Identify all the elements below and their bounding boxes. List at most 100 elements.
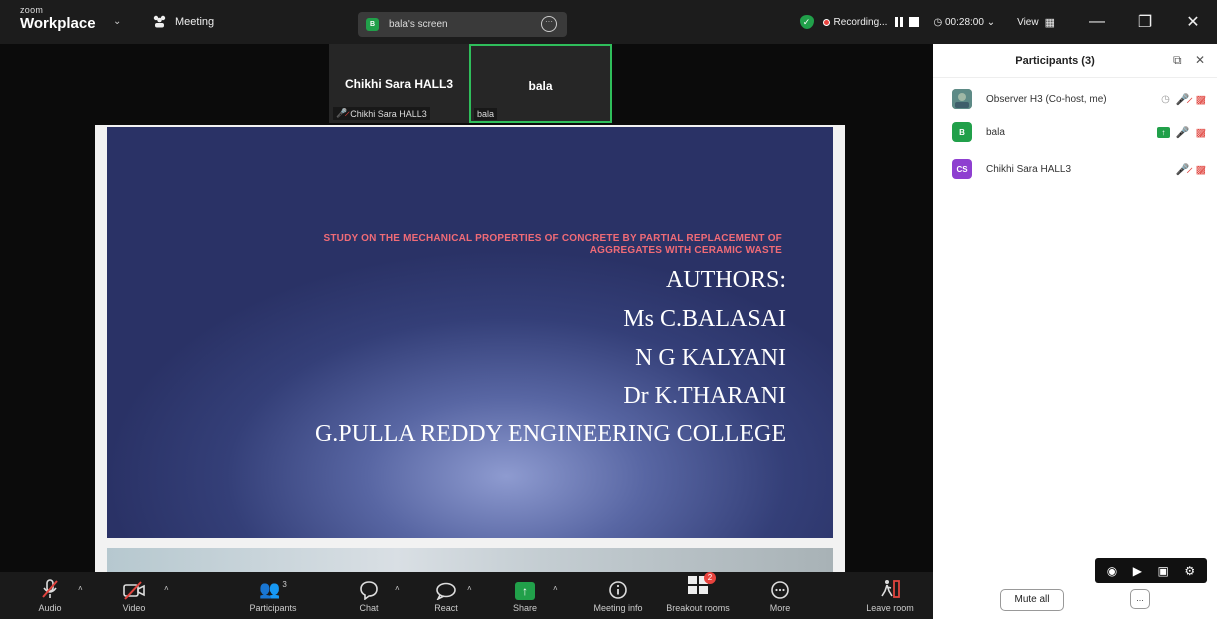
chat-button[interactable]: Chat [356,572,382,619]
slide-heading-line: STUDY ON THE MECHANICAL PROPERTIES OF CO… [323,233,782,244]
react-bubble-icon [436,582,456,600]
titlebar-right-controls: ✓ Recording... ◷ 00:28:00 ⌄ View ▦ — ❐ ✕ [799,0,1217,44]
participants-panel-title: Participants (3) [1015,55,1095,67]
mic-icon[interactable]: 🎤 [1176,126,1190,139]
share-label: Share [512,603,538,613]
screen-share-icon: ↑ [1156,126,1170,138]
thumbnail-tag-label: bala [477,109,495,119]
video-label: Video [122,603,146,613]
avatar: B [952,122,972,142]
video-off-icon[interactable]: ▩̷ [1196,93,1206,106]
video-thumbnail-active-speaker[interactable]: bala bala [469,44,612,123]
participant-name: Chikhi Sara HALL3 [986,163,1072,175]
next-slide-preview [107,548,833,572]
video-options-caret-icon[interactable]: ˄ [164,584,169,593]
mic-muted-icon [42,579,58,598]
close-icon[interactable]: ✕ [1169,12,1217,32]
avatar: CS [952,159,972,179]
participant-name: bala [986,126,1005,138]
audio-label: Audio [38,603,62,613]
video-off-icon[interactable]: ▩̷ [1196,163,1206,176]
logo-chevron-down-icon[interactable]: ⌄ [113,16,121,27]
meeting-toolbar: Audio ˄ Video ˄ 👥 3 Participants Chat ˄ R… [0,572,933,619]
mic-muted-icon[interactable]: 🎤̷ [1176,163,1190,176]
participant-row[interactable]: Observer H3 (Co-host, me) ◷ 🎤̷ ▩̷ [952,87,1208,111]
panel-more-button[interactable]: ... [1130,589,1150,609]
timer-value: 00:28:00 [944,16,984,28]
slide-college-name: G.PULLA REDDY ENGINEERING COLLEGE [314,421,786,447]
stop-recording-button[interactable] [909,17,920,27]
participants-button[interactable]: 👥 3 Participants [240,572,306,619]
presentation-slide: STUDY ON THE MECHANICAL PROPERTIES OF CO… [107,127,833,538]
video-camera-icon[interactable]: ▶ [1133,564,1142,578]
restore-icon[interactable]: ❐ [1121,12,1169,32]
meeting-info-label: Meeting info [593,603,643,613]
chat-icon [360,581,378,600]
slide-author-name: Dr K.THARANI [623,383,786,409]
avatar [952,89,972,109]
chat-label: Chat [359,603,379,613]
breakout-rooms-button[interactable]: 2 Breakout rooms [660,572,736,619]
participants-panel: Participants (3) ⧉ ✕ Observer H3 (Co-hos… [933,44,1217,619]
app-logo: zoom Workplace [20,5,96,32]
meeting-menu[interactable]: Meeting [152,15,214,28]
react-options-caret-icon[interactable]: ˄ [467,584,472,593]
share-options-caret-icon[interactable]: ˄ [553,584,558,593]
view-grid-icon[interactable]: ▦ [1045,16,1055,29]
more-label: More [769,603,791,613]
thumbnail-name: Chikhi Sara HALL3 [344,77,454,91]
participant-row[interactable]: B bala ↑ 🎤 ▩̷ [952,120,1208,144]
camera-icon[interactable]: ◉ [1107,564,1117,578]
react-label: React [434,603,458,613]
slide-author-name: N G KALYANI [635,345,786,371]
participants-icon: 👥 [259,580,281,599]
security-shield-icon[interactable]: ✓ [799,15,814,29]
meeting-timer[interactable]: ◷ 00:28:00 ⌄ [933,17,995,28]
recording-dot-icon [822,18,830,26]
slide-heading: STUDY ON THE MECHANICAL PROPERTIES OF CO… [202,233,782,257]
logo-small-text: zoom [20,5,44,15]
close-panel-icon[interactable]: ✕ [1195,53,1205,67]
chat-options-caret-icon[interactable]: ˄ [395,584,400,593]
participant-name: Observer H3 (Co-host, me) [986,93,1107,105]
video-button[interactable]: Video [116,572,152,619]
video-off-icon[interactable]: ▩̷ [1196,126,1206,139]
share-button[interactable]: ↑ Share [510,572,540,619]
sharer-avatar: B [366,18,379,31]
shared-screen-label: bala's screen [389,19,448,30]
info-icon [609,581,627,599]
avatar-photo-icon [952,89,972,109]
participants-count: 3 [282,580,287,589]
leave-room-label: Leave room [866,603,914,613]
pause-recording-button[interactable] [895,17,904,27]
more-options-icon[interactable]: ··· [541,16,557,32]
settings-gear-icon[interactable]: ⚙ [1184,564,1195,578]
logo-main-text: Workplace [20,15,96,32]
meeting-label: Meeting [175,15,215,28]
breakout-count-badge: 2 [704,572,716,584]
share-arrow-icon: ↑ [515,582,535,600]
zoom-window: zoom Workplace ⌄ Meeting B bala's screen… [0,0,1217,619]
window-icon[interactable]: ▣ [1158,564,1169,578]
people-icon [153,15,166,28]
thumbnail-name: bala [528,79,553,93]
react-button[interactable]: React [429,572,463,619]
shared-screen-pill[interactable]: B bala's screen ··· [358,12,567,37]
pop-out-icon[interactable]: ⧉ [1173,53,1182,68]
mic-muted-icon[interactable]: 🎤̷ [1176,93,1190,106]
leave-room-button[interactable]: Leave room [860,572,920,619]
more-dots-icon [771,581,789,599]
mute-all-button[interactable]: Mute all [1000,589,1064,611]
video-thumbnail[interactable]: Chikhi Sara HALL3 🎤̷ Chikhi Sara HALL3 [329,44,469,123]
more-button[interactable]: More [765,572,795,619]
participant-row[interactable]: CS Chikhi Sara HALL3 🎤̷ ▩̷ [952,157,1208,181]
view-button[interactable]: View [1017,17,1039,28]
audio-button[interactable]: Audio [33,572,67,619]
meeting-info-button[interactable]: Meeting info [593,572,643,619]
breakout-rooms-label: Breakout rooms [666,603,730,613]
thumbnail-tag: bala [474,108,498,120]
slide-author-name: Ms C.BALASAI [623,306,786,332]
slide-heading-line: AGGREGATES WITH CERAMIC WASTE [589,245,782,256]
audio-options-caret-icon[interactable]: ˄ [78,584,83,593]
minimize-icon[interactable]: — [1073,13,1121,31]
